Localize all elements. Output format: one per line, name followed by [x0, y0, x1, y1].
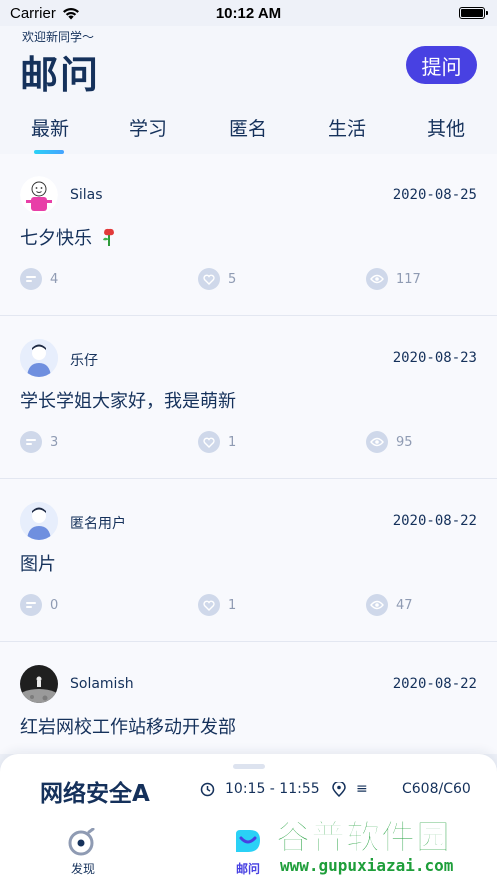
eye-icon [366, 268, 388, 290]
location-icon [332, 781, 346, 797]
tab-anonymous[interactable]: 匿名 [218, 114, 278, 141]
comment-count-value: 3 [50, 434, 59, 450]
view-count-value: 47 [396, 597, 413, 613]
post-card[interactable]: Solamish 2020-08-22 红岩网校工作站移动开发部 [0, 643, 497, 754]
nav-qa[interactable]: 邮问 [223, 828, 273, 877]
post-username[interactable]: 匿名用户 [70, 513, 126, 533]
post-username[interactable]: Silas [70, 187, 103, 203]
watermark-url: www.gupuxiazai.com [280, 856, 454, 875]
cartoon-avatar[interactable] [20, 176, 58, 214]
view-count: 117 [366, 268, 421, 290]
like-count-value: 5 [228, 271, 237, 287]
default-avatar[interactable] [20, 339, 58, 377]
nav-discover[interactable]: 发现 [58, 828, 108, 877]
course-place: ≡ [332, 781, 368, 797]
post-card[interactable]: Silas 2020-08-25 七夕快乐 4 5 117 [0, 154, 497, 316]
status-bar: Carrier 10:12 AM [0, 0, 497, 26]
tab-latest[interactable]: 最新 [20, 114, 80, 141]
comment-count[interactable]: 3 [20, 431, 58, 453]
view-count: 47 [366, 594, 413, 616]
post-content[interactable]: 图片 [20, 550, 56, 576]
comment-count[interactable]: 4 [20, 268, 58, 290]
tab-study[interactable]: 学习 [118, 114, 178, 141]
post-date: 2020-08-22 [392, 513, 477, 529]
battery-icon [459, 7, 488, 19]
heart-icon [198, 594, 220, 616]
view-count: 95 [366, 431, 413, 453]
site-watermark: 谷普软件园 www.gupuxiazai.com [270, 808, 497, 883]
carrier-label: Carrier [10, 4, 56, 22]
post-date: 2020-08-22 [392, 676, 477, 692]
comment-count[interactable]: 0 [20, 594, 58, 616]
like-count-value: 1 [228, 434, 237, 450]
post-username[interactable]: 乐仔 [70, 350, 98, 370]
post-content[interactable]: 七夕快乐 [20, 224, 118, 250]
post-text: 七夕快乐 [20, 228, 92, 249]
ask-question-button[interactable]: 提问 [406, 46, 477, 84]
comment-count-value: 4 [50, 271, 59, 287]
status-left: Carrier [10, 5, 80, 22]
view-count-value: 117 [396, 271, 421, 287]
moon-avatar[interactable] [20, 665, 58, 703]
post-content[interactable]: 学长学姐大家好，我是萌新 [20, 387, 236, 413]
comment-icon [20, 594, 42, 616]
category-tabs: 最新 学习 匿名 生活 其他 [0, 114, 497, 154]
course-time-value: 10:15 - 11:55 [225, 781, 320, 797]
course-room: C608/C60 [402, 781, 470, 797]
like-count[interactable]: 5 [198, 268, 236, 290]
rose-emoji-icon [102, 228, 114, 246]
post-card[interactable]: 匿名用户 2020-08-22 图片 0 1 47 [0, 480, 497, 642]
post-username[interactable]: Solamish [70, 676, 134, 692]
heart-icon [198, 268, 220, 290]
compass-icon [68, 828, 95, 856]
tab-life[interactable]: 生活 [317, 114, 377, 141]
wifi-icon [62, 7, 79, 19]
like-count[interactable]: 1 [198, 431, 236, 453]
tab-other[interactable]: 其他 [416, 114, 476, 141]
course-place-value: ≡ [356, 781, 368, 797]
page-title: 邮问 [20, 53, 101, 97]
eye-icon [366, 431, 388, 453]
post-feed[interactable]: Silas 2020-08-25 七夕快乐 4 5 117 乐仔 2020-08… [0, 154, 497, 754]
header: 欢迎新同学～ 邮问 提问 最新 学习 匿名 生活 其他 [0, 26, 497, 154]
like-count[interactable]: 1 [198, 594, 236, 616]
course-name: 网络安全A [40, 781, 150, 807]
like-count-value: 1 [228, 597, 237, 613]
welcome-text: 欢迎新同学～ [22, 30, 95, 44]
heart-icon [198, 431, 220, 453]
post-date: 2020-08-23 [392, 350, 477, 366]
view-count-value: 95 [396, 434, 413, 450]
chat-icon [236, 830, 260, 852]
nav-discover-label: 发现 [70, 862, 95, 876]
course-time: 10:15 - 11:55 [200, 781, 320, 797]
sheet-drag-handle[interactable] [233, 764, 265, 769]
post-card[interactable]: 乐仔 2020-08-23 学长学姐大家好，我是萌新 3 1 95 [0, 317, 497, 479]
nav-qa-label: 邮问 [235, 862, 260, 876]
comment-icon [20, 431, 42, 453]
default-avatar[interactable] [20, 502, 58, 540]
comment-icon [20, 268, 42, 290]
clock-icon [200, 782, 215, 796]
eye-icon [366, 594, 388, 616]
watermark-title: 谷普软件园 [276, 818, 451, 859]
comment-count-value: 0 [50, 597, 59, 613]
post-content[interactable]: 红岩网校工作站移动开发部 [20, 713, 236, 739]
post-date: 2020-08-25 [392, 187, 477, 203]
